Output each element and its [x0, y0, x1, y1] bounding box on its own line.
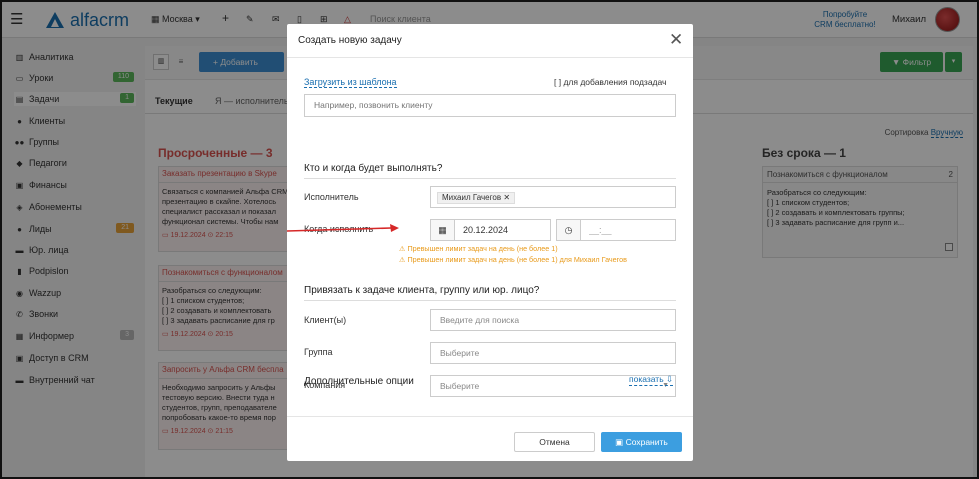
modal-title: Создать новую задачу — [298, 35, 402, 46]
cancel-button[interactable]: Отмена — [514, 432, 595, 452]
company-select-value: Выберите — [440, 381, 480, 391]
modal-header: Создать новую задачу ✕ — [287, 24, 693, 58]
group-label: Группа — [304, 347, 333, 357]
executor-label: Исполнитель — [304, 192, 359, 202]
date-time-group: ▦ ◷ — [430, 219, 676, 241]
subtask-checkbox-label[interactable]: [ ] для добавления подзадач — [554, 77, 667, 87]
show-extra-options-link[interactable]: показать ⇩ — [629, 374, 674, 386]
save-button[interactable]: ▣ Сохранить — [601, 432, 682, 452]
save-label: Сохранить — [625, 437, 668, 447]
date-input[interactable] — [455, 219, 551, 241]
extra-options-title: Дополнительные опции — [304, 376, 414, 387]
remove-tag-icon[interactable]: ✕ — [503, 193, 510, 202]
annotation-arrow-icon — [287, 224, 399, 232]
clients-search-input[interactable] — [430, 309, 676, 331]
close-icon[interactable]: ✕ — [669, 30, 683, 50]
create-task-modal: Создать новую задачу ✕ Загрузить из шабл… — [287, 24, 693, 461]
limit-warning: ⚠ Превышен лимит задач на день (не более… — [399, 244, 558, 253]
task-text-input[interactable] — [304, 94, 676, 117]
limit-warning-for-user: ⚠ Превышен лимит задач на день (не более… — [399, 255, 627, 264]
group-select[interactable]: Выберите — [430, 342, 676, 364]
clients-label: Клиент(ы) — [304, 315, 347, 325]
load-template-link[interactable]: Загрузить из шаблона — [304, 77, 397, 88]
app-window: ☰ alfacrm ▦ Москва ▾ + ✎ ✉ ▯ ⊞ △ Поиск к… — [0, 0, 979, 479]
time-input[interactable] — [581, 219, 676, 241]
calendar-icon[interactable]: ▦ — [430, 219, 455, 241]
section-who-when: Кто и когда будет выполнять? — [304, 163, 676, 179]
executor-field[interactable]: Михаил Гачегов ✕ — [430, 186, 676, 208]
executor-tag: Михаил Гачегов ✕ — [437, 192, 516, 204]
group-select-value: Выберите — [440, 348, 480, 358]
executor-tag-text: Михаил Гачегов — [442, 193, 502, 202]
clock-icon[interactable]: ◷ — [556, 219, 581, 241]
section-link-entities: Привязать к задаче клиента, группу или ю… — [304, 285, 676, 301]
modal-footer: Отмена ▣ Сохранить — [287, 416, 693, 461]
